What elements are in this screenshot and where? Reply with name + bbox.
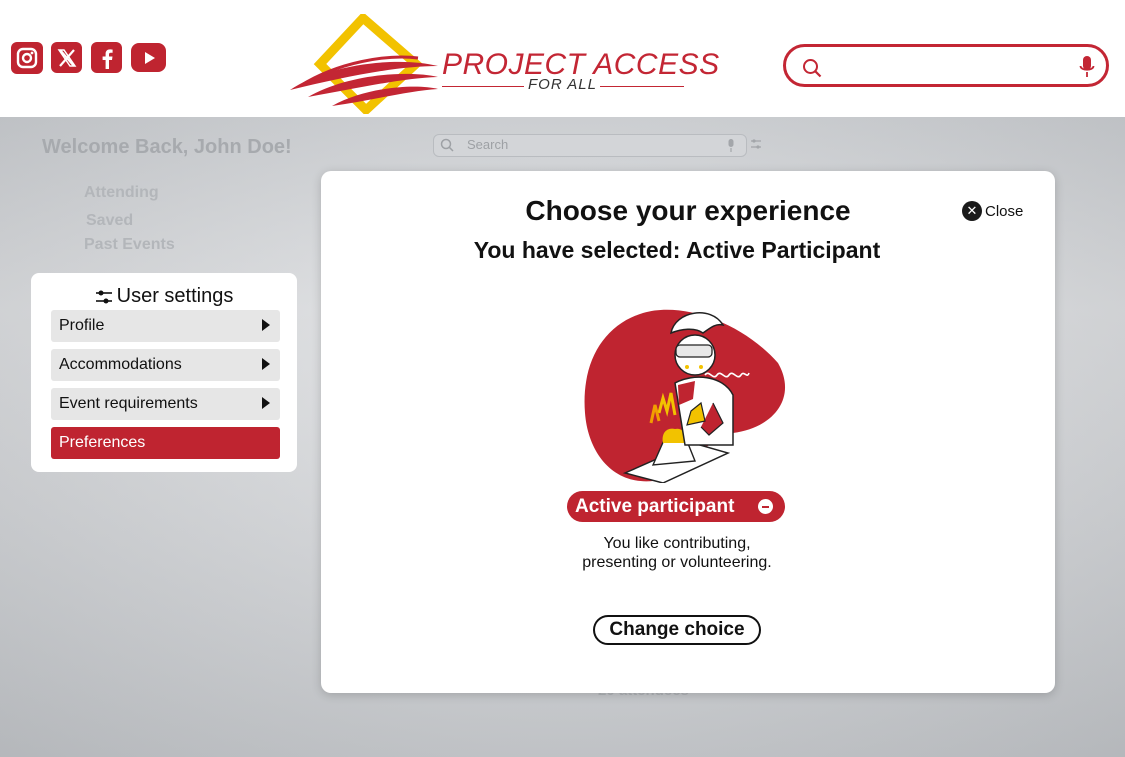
settings-item-label: Event requirements [59,395,198,412]
nav-past-events[interactable]: Past Events [84,236,175,254]
change-choice-button[interactable]: Change choice [593,615,761,645]
header-search-bar [783,44,1109,87]
background-search-placeholder: Search [467,137,509,152]
instagram-icon[interactable] [11,42,43,74]
logo-rule-right [600,86,684,87]
modal-subtitle: You have selected: Active Participant [473,237,881,263]
user-settings-heading: User settings [31,285,297,308]
caret-right-icon [262,319,270,331]
filter-icon [751,139,761,149]
logo-subtitle: FOR ALL [528,76,597,93]
selected-option-label: Active participant [575,496,735,517]
welcome-heading: Welcome Back, John Doe! [42,136,292,158]
remove-icon[interactable] [758,499,773,514]
nav-saved[interactable]: Saved [86,212,133,230]
nav-attending[interactable]: Attending [84,184,159,202]
site-header: PROJECT ACCESS FOR ALL [0,0,1125,117]
settings-item-label: Preferences [59,434,146,451]
microphone-icon[interactable] [1079,55,1095,79]
settings-item-label: Profile [59,317,105,334]
active-participant-illustration [584,309,786,483]
background-search-bar[interactable]: Search [433,134,747,157]
close-icon: ✕ [962,201,982,221]
settings-item-label: Accommodations [59,356,182,373]
modal-title: Choose your experience [525,195,851,226]
user-settings-title: User settings [116,285,234,307]
settings-item-profile[interactable]: Profile [51,310,280,342]
caret-right-icon [262,397,270,409]
selected-option-badge[interactable]: Active participant [567,491,785,522]
user-settings-panel: User settings Profile Accommodations Eve… [31,273,297,472]
search-icon[interactable] [802,58,822,78]
search-icon [440,138,454,152]
close-button[interactable]: ✕ Close [962,201,1023,221]
settings-item-preferences[interactable]: Preferences [51,427,280,459]
facebook-icon[interactable] [91,42,122,73]
header-search-input[interactable] [830,55,1074,79]
experience-modal: Choose your experience You have selected… [321,171,1055,693]
option-description: You like contributing, presenting or vol… [321,534,1033,572]
settings-item-accommodations[interactable]: Accommodations [51,349,280,381]
close-label: Close [985,202,1024,220]
settings-item-event-requirements[interactable]: Event requirements [51,388,280,420]
x-icon[interactable] [51,42,82,73]
caret-right-icon [262,358,270,370]
option-description-line-2: presenting or volunteering. [582,554,772,571]
youtube-icon[interactable] [131,43,166,72]
logo-rule-left [442,86,524,87]
microphone-icon [728,139,734,152]
settings-sliders-icon [95,290,112,304]
option-description-line-1: You like contributing, [603,535,751,552]
